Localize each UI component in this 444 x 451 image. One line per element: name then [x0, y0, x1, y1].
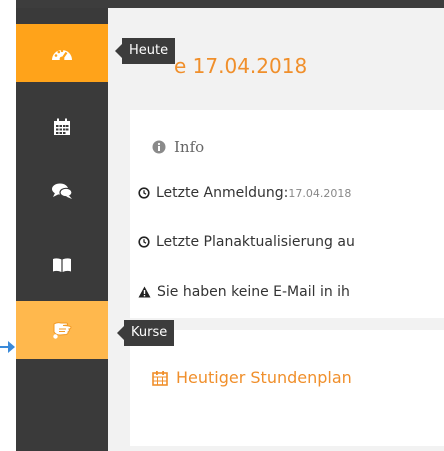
info-heading: Info	[152, 138, 204, 156]
schedule-heading-label: Heutiger Stundenplan	[176, 368, 352, 387]
sidebar-item-messages[interactable]	[16, 162, 108, 220]
sidebar-item-calendar[interactable]	[16, 98, 108, 156]
pointer-arrow-icon	[0, 341, 15, 353]
chat-icon	[52, 183, 73, 199]
top-bar	[16, 0, 444, 8]
sidebar	[16, 8, 108, 451]
schedule-panel: Heutiger Stundenplan	[130, 330, 444, 446]
info-panel: Info Letzte Anmeldung: 17.04.2018 Letzte …	[130, 110, 444, 318]
email-warning-row: Sie haben keine E-Mail in ih	[138, 284, 350, 300]
info-icon	[152, 140, 166, 154]
clock-icon	[138, 187, 150, 199]
calendar-icon	[54, 118, 70, 135]
schedule-heading[interactable]: Heutiger Stundenplan	[152, 368, 352, 387]
email-warning-text: Sie haben keine E-Mail in ih	[157, 284, 350, 300]
sidebar-item-dashboard[interactable]	[16, 24, 108, 82]
book-icon	[53, 258, 71, 272]
dashboard-icon	[52, 49, 72, 62]
main-content: e 17.04.2018 Info Letzte Anmeldung: 17.04…	[108, 8, 444, 451]
tooltip-kurse: Kurse	[116, 320, 175, 346]
last-plan-update-text: Letzte Planaktualisierung au	[156, 234, 355, 250]
page-title: e 17.04.2018	[174, 54, 308, 78]
hand-icon	[53, 322, 72, 339]
info-heading-label: Info	[174, 138, 205, 156]
sidebar-item-books[interactable]	[16, 236, 108, 294]
clock-icon	[138, 236, 150, 248]
last-plan-update-row: Letzte Planaktualisierung au	[138, 234, 355, 250]
last-login-label: Letzte Anmeldung:	[156, 185, 289, 201]
last-login-value: 17.04.2018	[288, 186, 352, 200]
last-login-row: Letzte Anmeldung: 17.04.2018	[138, 185, 351, 201]
tooltip-heute: Heute	[114, 38, 176, 64]
sidebar-item-courses[interactable]	[16, 301, 108, 359]
warning-icon	[138, 286, 151, 298]
calendar-icon	[152, 370, 168, 386]
